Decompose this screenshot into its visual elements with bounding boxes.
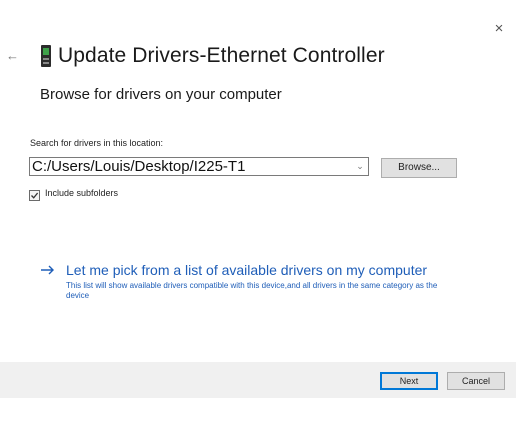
cancel-button[interactable]: Cancel xyxy=(447,372,505,390)
pick-driver-link[interactable]: Let me pick from a list of available dri… xyxy=(66,262,427,278)
driver-path-input[interactable]: C:/Users/Louis/Desktop/I225-T1 xyxy=(30,158,352,175)
back-arrow-icon: ← xyxy=(6,48,19,63)
update-drivers-dialog: × ← Update Drivers-Ethernet Controller B… xyxy=(0,0,516,398)
pick-driver-option[interactable]: Let me pick from a list of available dri… xyxy=(40,262,427,278)
dialog-footer: Next Cancel xyxy=(0,362,516,398)
network-adapter-icon xyxy=(40,45,52,67)
include-subfolders-row[interactable]: Include subfolders xyxy=(29,188,118,201)
next-button[interactable]: Next xyxy=(380,372,438,390)
close-button[interactable]: × xyxy=(490,20,508,38)
include-subfolders-label: Include subfolders xyxy=(45,188,119,198)
include-subfolders-checkbox[interactable] xyxy=(29,190,40,201)
title-row: Update Drivers-Ethernet Controller xyxy=(40,44,385,68)
driver-path-combobox[interactable]: C:/Users/Louis/Desktop/I225-T1 ⌄ xyxy=(29,157,369,176)
back-button[interactable]: ← xyxy=(6,48,22,64)
close-icon: × xyxy=(494,20,504,37)
checkmark-icon xyxy=(31,192,39,199)
chevron-down-icon[interactable]: ⌄ xyxy=(352,161,368,172)
page-title: Update Drivers-Ethernet Controller xyxy=(58,44,385,67)
search-location-label: Search for drivers in this location: xyxy=(30,138,164,148)
arrow-right-icon xyxy=(40,262,56,278)
page-subtitle: Browse for drivers on your computer xyxy=(40,86,282,103)
browse-button[interactable]: Browse... xyxy=(381,158,457,178)
pick-driver-description: This list will show available drivers co… xyxy=(66,281,438,300)
